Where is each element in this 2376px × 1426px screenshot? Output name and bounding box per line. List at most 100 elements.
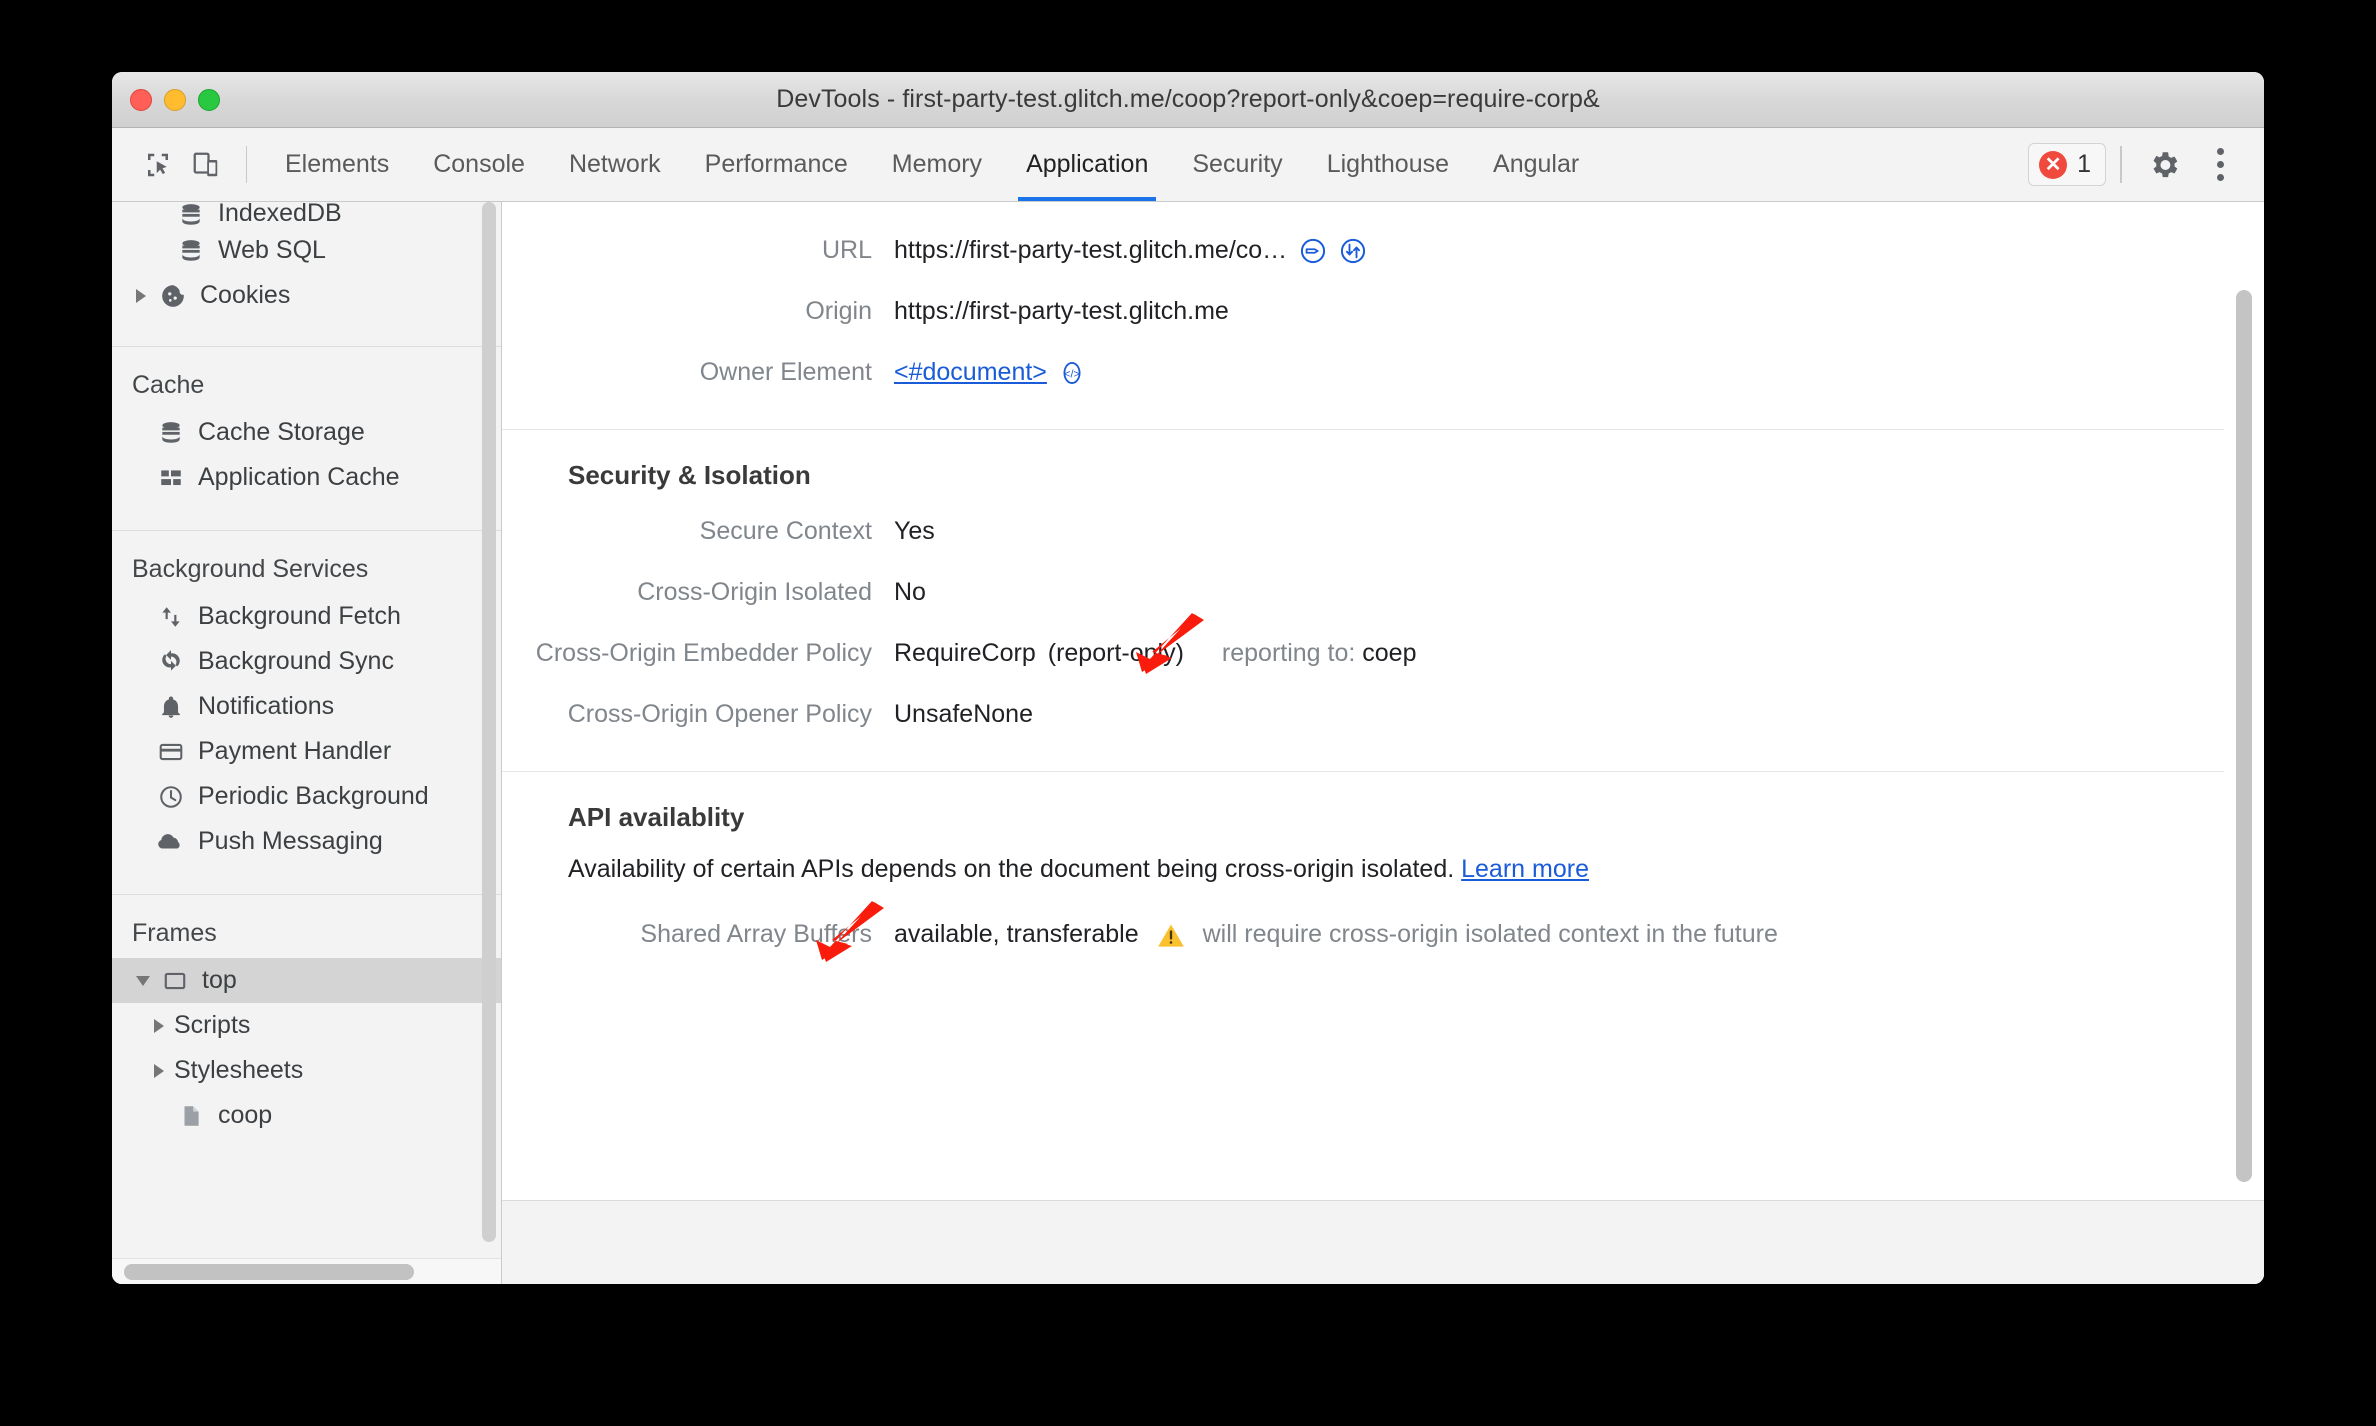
row-value-origin: https://first-party-test.glitch.me bbox=[894, 297, 1229, 326]
sidebar-item-cookies[interactable]: Cookies bbox=[112, 273, 501, 318]
sidebar-item-label: Background Fetch bbox=[198, 602, 401, 630]
sync-icon bbox=[154, 649, 188, 675]
row-label-cross-origin-isolated: Cross-Origin Isolated bbox=[637, 578, 872, 606]
inspect-element-icon[interactable] bbox=[134, 128, 182, 201]
tab-elements[interactable]: Elements bbox=[263, 128, 411, 201]
row-label-owner-element: Owner Element bbox=[699, 358, 872, 386]
row-label-secure-context: Secure Context bbox=[699, 517, 872, 545]
sidebar-item-push-messaging[interactable]: Push Messaging bbox=[112, 819, 501, 864]
sidebar-item-label: Cache Storage bbox=[198, 418, 365, 446]
origin-text: https://first-party-test.glitch.me bbox=[894, 297, 1229, 325]
sidebar-item-notifications[interactable]: Notifications bbox=[112, 684, 501, 729]
error-count-badge[interactable]: ✕ 1 bbox=[2028, 143, 2106, 186]
tab-security[interactable]: Security bbox=[1170, 128, 1304, 201]
cookie-icon bbox=[156, 283, 190, 309]
device-toolbar-icon[interactable] bbox=[182, 128, 230, 201]
tab-memory[interactable]: Memory bbox=[870, 128, 1004, 201]
sidebar-item-label: Background Sync bbox=[198, 647, 394, 675]
sidebar-item-label: Application Cache bbox=[198, 463, 400, 491]
credit-card-icon bbox=[154, 739, 188, 765]
zoom-window-button[interactable] bbox=[198, 88, 220, 111]
chevron-right-icon[interactable] bbox=[154, 1018, 164, 1033]
url-text: https://first-party-test.glitch.me/co… bbox=[894, 236, 1288, 264]
sidebar-group-background-services: Background Services bbox=[132, 555, 369, 583]
open-in-network-icon[interactable] bbox=[1339, 237, 1367, 265]
clock-icon bbox=[154, 784, 188, 810]
chevron-right-icon[interactable] bbox=[136, 288, 146, 303]
sidebar-item-stylesheets[interactable]: Stylesheets bbox=[112, 1048, 501, 1093]
sab-value: available, transferable bbox=[894, 920, 1139, 948]
minimize-window-button[interactable] bbox=[164, 88, 186, 111]
sidebar-item-label: Web SQL bbox=[218, 236, 326, 264]
row-label-coop: Cross-Origin Opener Policy bbox=[567, 700, 872, 728]
sidebar-item-top[interactable]: top bbox=[112, 958, 501, 1003]
row-value-owner-element: <#document> </> bbox=[894, 358, 1085, 387]
tabbar-spacer bbox=[1601, 128, 2028, 201]
devtools-window: DevTools - first-party-test.glitch.me/co… bbox=[112, 72, 2264, 1284]
chevron-right-icon[interactable] bbox=[154, 1063, 164, 1078]
tab-application[interactable]: Application bbox=[1004, 128, 1170, 201]
more-vertical-icon[interactable] bbox=[2192, 128, 2248, 201]
row-label-shared-array-buffers: Shared Array Buffers bbox=[640, 920, 872, 948]
frame-details-panel: Document URL https://first-party-test.gl… bbox=[502, 202, 2264, 1284]
sidebar-item-web-sql[interactable]: Web SQL bbox=[112, 228, 501, 273]
gear-icon[interactable] bbox=[2136, 128, 2192, 201]
grid-icon bbox=[154, 465, 188, 491]
row-origin: Origin https://first-party-test.glitch.m… bbox=[502, 281, 2224, 342]
sidebar-item-background-fetch[interactable]: Background Fetch bbox=[112, 594, 501, 639]
row-value-url: https://first-party-test.glitch.me/co… bbox=[894, 236, 1367, 265]
tab-performance[interactable]: Performance bbox=[683, 128, 870, 201]
row-cross-origin-isolated: Cross-Origin Isolated No bbox=[502, 562, 2224, 623]
database-icon bbox=[174, 238, 208, 264]
sidebar-divider bbox=[112, 346, 501, 347]
bell-icon bbox=[154, 694, 188, 720]
sidebar-scroll-area: IndexedDB Web SQL Cookies Cache Cache St… bbox=[112, 202, 501, 1258]
sidebar-item-payment-handler[interactable]: Payment Handler bbox=[112, 729, 501, 774]
sidebar-horizontal-scrollbar-track[interactable] bbox=[112, 1258, 501, 1284]
sidebar-item-periodic-background[interactable]: Periodic Background bbox=[112, 774, 501, 819]
learn-more-link[interactable]: Learn more bbox=[1461, 855, 1589, 883]
sidebar-item-coop[interactable]: coop bbox=[112, 1093, 501, 1138]
security-isolation-section: Security & Isolation Secure Context Yes … bbox=[502, 430, 2224, 772]
sidebar-item-indexeddb[interactable]: IndexedDB bbox=[112, 202, 501, 228]
sidebar-horizontal-scrollbar-thumb[interactable] bbox=[124, 1264, 414, 1280]
sidebar-item-background-sync[interactable]: Background Sync bbox=[112, 639, 501, 684]
sidebar-divider bbox=[112, 894, 501, 895]
toolbar-divider-right bbox=[2120, 146, 2122, 183]
sidebar-item-label: IndexedDB bbox=[218, 202, 342, 227]
tab-lighthouse[interactable]: Lighthouse bbox=[1305, 128, 1471, 201]
sidebar-group-cache: Cache bbox=[132, 371, 205, 399]
row-label-origin: Origin bbox=[805, 297, 872, 325]
sidebar-item-scripts[interactable]: Scripts bbox=[112, 1003, 501, 1048]
chevron-down-icon[interactable] bbox=[136, 975, 150, 986]
updown-arrows-icon bbox=[154, 604, 188, 630]
frame-icon bbox=[158, 968, 192, 994]
sidebar-item-label: coop bbox=[218, 1101, 273, 1129]
devtools-body: IndexedDB Web SQL Cookies Cache Cache St… bbox=[112, 202, 2264, 1284]
row-value-secure-context: Yes bbox=[894, 517, 935, 545]
open-in-elements-icon[interactable] bbox=[1299, 237, 1327, 265]
sidebar-item-label: top bbox=[202, 966, 237, 994]
sidebar-item-application-cache[interactable]: Application Cache bbox=[112, 455, 501, 500]
row-value-shared-array-buffers: available, transferable will require cro… bbox=[894, 920, 1778, 949]
error-count-label: 1 bbox=[2077, 150, 2091, 178]
close-window-button[interactable] bbox=[130, 88, 152, 111]
svg-text:</>: </> bbox=[1064, 368, 1080, 380]
sidebar-item-label: Push Messaging bbox=[198, 827, 383, 855]
security-section-heading: Security & Isolation bbox=[568, 460, 811, 490]
tab-console[interactable]: Console bbox=[411, 128, 547, 201]
sidebar-vertical-scrollbar[interactable] bbox=[482, 202, 496, 1242]
document-icon bbox=[174, 1103, 208, 1129]
tab-network[interactable]: Network bbox=[547, 128, 683, 201]
window-title: DevTools - first-party-test.glitch.me/co… bbox=[776, 85, 1600, 113]
reveal-in-source-icon[interactable]: </> bbox=[1059, 360, 1085, 386]
owner-element-link[interactable]: <#document> bbox=[894, 358, 1047, 387]
api-description-text: Availability of certain APIs depends on … bbox=[568, 855, 1462, 883]
main-vertical-scrollbar[interactable] bbox=[2236, 290, 2252, 1182]
sidebar-item-label: Stylesheets bbox=[174, 1056, 304, 1084]
tab-angular[interactable]: Angular bbox=[1471, 128, 1601, 201]
sab-warning-text: will require cross-origin isolated conte… bbox=[1202, 920, 1778, 948]
row-coep: Cross-Origin Embedder Policy RequireCorp… bbox=[502, 623, 2224, 684]
row-value-coep: RequireCorp (report-only) reporting to: … bbox=[894, 639, 1416, 668]
sidebar-item-cache-storage[interactable]: Cache Storage bbox=[112, 410, 501, 455]
